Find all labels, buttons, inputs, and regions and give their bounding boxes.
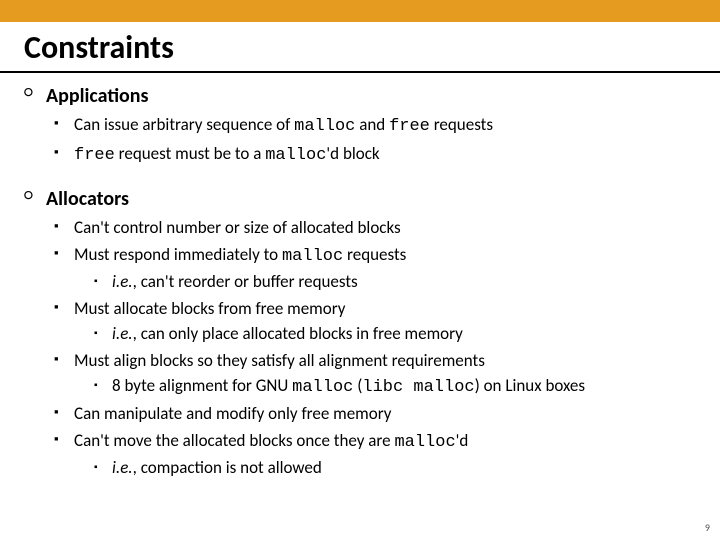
text: , can only place allocated blocks in fre… — [133, 323, 463, 344]
text: Can manipulate and modify only free memo… — [74, 403, 391, 424]
list-item: ▪ Can't move the allocated blocks once t… — [46, 430, 696, 480]
text: Can't move the allocated blocks once the… — [74, 430, 394, 451]
list-item: ▪ Must respond immediately to malloc req… — [46, 244, 696, 294]
code: malloc — [294, 117, 355, 136]
text: request must be to a — [115, 143, 265, 164]
section-applications: ○ Applications ▪ Can issue arbitrary seq… — [24, 83, 696, 168]
list-item: ▪ Must align blocks so they satisfy all … — [46, 350, 696, 400]
code: malloc — [394, 433, 455, 452]
circle-bullet-icon: ○ — [24, 186, 46, 480]
list-item: ▪ Can't control number or size of alloca… — [46, 217, 696, 240]
sub-item: ▪ i.e., compaction is not allowed — [74, 457, 696, 480]
page-number: 9 — [705, 521, 710, 534]
text: requests — [343, 244, 406, 265]
small-square-bullet-icon: ▪ — [94, 457, 112, 480]
square-bullet-icon: ▪ — [54, 350, 74, 400]
section-heading: Applications — [46, 83, 696, 110]
list-item: ▪ Can issue arbitrary sequence of malloc… — [46, 114, 696, 139]
sub-item: ▪ i.e., can't reorder or buffer requests — [74, 271, 696, 294]
text: 8 byte alignment for GNU — [112, 375, 292, 396]
code: free — [74, 146, 115, 165]
square-bullet-icon: ▪ — [54, 217, 74, 240]
small-square-bullet-icon: ▪ — [94, 323, 112, 346]
small-square-bullet-icon: ▪ — [94, 375, 112, 400]
title-underline — [0, 71, 720, 73]
top-bar — [0, 0, 720, 22]
text: 'd — [456, 430, 469, 451]
sub-item: ▪ 8 byte alignment for GNU malloc (libc … — [74, 375, 696, 400]
text: , can't reorder or buffer requests — [133, 271, 358, 292]
slide-title: Constraints — [0, 22, 720, 71]
section-heading: Allocators — [46, 186, 696, 213]
text: ) on Linux boxes — [475, 375, 585, 396]
text: requests — [430, 114, 493, 135]
square-bullet-icon: ▪ — [54, 430, 74, 480]
circle-bullet-icon: ○ — [24, 83, 46, 168]
sub-item: ▪ i.e., can only place allocated blocks … — [74, 323, 696, 346]
code: malloc — [292, 378, 353, 397]
code: malloc — [265, 146, 326, 165]
code: malloc — [282, 247, 343, 266]
text: i.e. — [112, 457, 133, 478]
text: Must align blocks so they satisfy all al… — [74, 350, 485, 371]
code: libc malloc — [362, 378, 474, 397]
section-allocators: ○ Allocators ▪ Can't control number or s… — [24, 186, 696, 480]
square-bullet-icon: ▪ — [54, 244, 74, 294]
text: Can't control number or size of allocate… — [74, 217, 401, 238]
slide-content: ○ Applications ▪ Can issue arbitrary seq… — [0, 83, 720, 480]
text: and — [355, 114, 389, 135]
text: 'd block — [326, 143, 379, 164]
list-item: ▪ Can manipulate and modify only free me… — [46, 403, 696, 426]
text: i.e. — [112, 271, 133, 292]
slide: Constraints ○ Applications ▪ Can issue a… — [0, 0, 720, 540]
list-item: ▪ Must allocate blocks from free memory … — [46, 298, 696, 346]
square-bullet-icon: ▪ — [54, 114, 74, 139]
text: Must respond immediately to — [74, 244, 282, 265]
code: free — [389, 117, 430, 136]
text: , compaction is not allowed — [133, 457, 322, 478]
square-bullet-icon: ▪ — [54, 298, 74, 346]
square-bullet-icon: ▪ — [54, 143, 74, 168]
small-square-bullet-icon: ▪ — [94, 271, 112, 294]
text: i.e. — [112, 323, 133, 344]
list-item: ▪ free request must be to a malloc'd blo… — [46, 143, 696, 168]
text: Can issue arbitrary sequence of — [74, 114, 294, 135]
text: Must allocate blocks from free memory — [74, 298, 345, 319]
square-bullet-icon: ▪ — [54, 403, 74, 426]
